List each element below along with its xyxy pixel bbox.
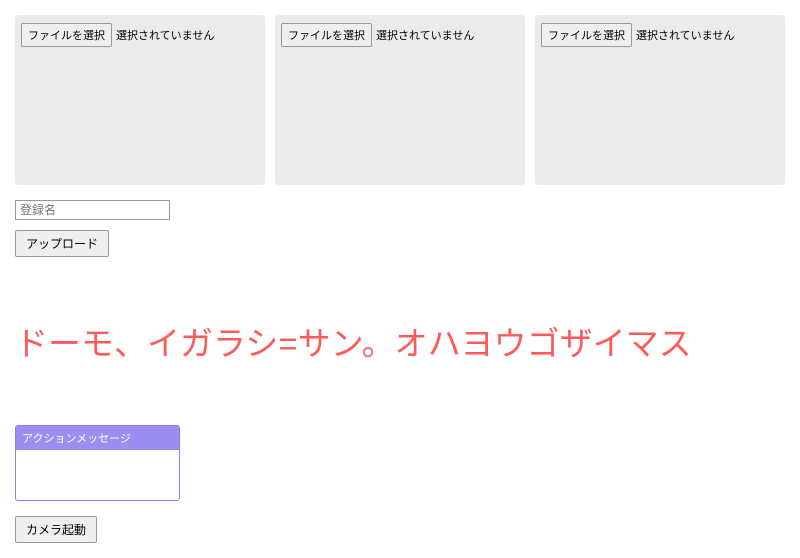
camera-start-button[interactable]: カメラ起動 <box>15 516 97 543</box>
file-status-3: 選択されていません <box>636 27 734 43</box>
action-message-header: アクションメッセージ <box>16 426 179 450</box>
upload-box-2: ファイルを選択 選択されていません <box>275 15 525 185</box>
file-input-3[interactable]: ファイルを選択 選択されていません <box>541 23 734 47</box>
upload-box-1: ファイルを選択 選択されていません <box>15 15 265 185</box>
file-input-1[interactable]: ファイルを選択 選択されていません <box>21 23 214 47</box>
greeting-text: ドーモ、イガラシ=サン。オハヨウゴザイマス <box>15 317 785 365</box>
file-input-2[interactable]: ファイルを選択 選択されていません <box>281 23 474 47</box>
choose-file-button-2[interactable]: ファイルを選択 <box>281 23 372 47</box>
upload-row: ファイルを選択 選択されていません ファイルを選択 選択されていません ファイル… <box>15 15 785 185</box>
choose-file-button-1[interactable]: ファイルを選択 <box>21 23 112 47</box>
choose-file-button-3[interactable]: ファイルを選択 <box>541 23 632 47</box>
action-message-box: アクションメッセージ <box>15 425 180 501</box>
upload-box-3: ファイルを選択 選択されていません <box>535 15 785 185</box>
file-status-2: 選択されていません <box>376 27 474 43</box>
upload-button[interactable]: アップロード <box>15 230 109 257</box>
file-status-1: 選択されていません <box>116 27 214 43</box>
register-name-input[interactable] <box>15 200 170 220</box>
action-message-body <box>16 450 179 500</box>
